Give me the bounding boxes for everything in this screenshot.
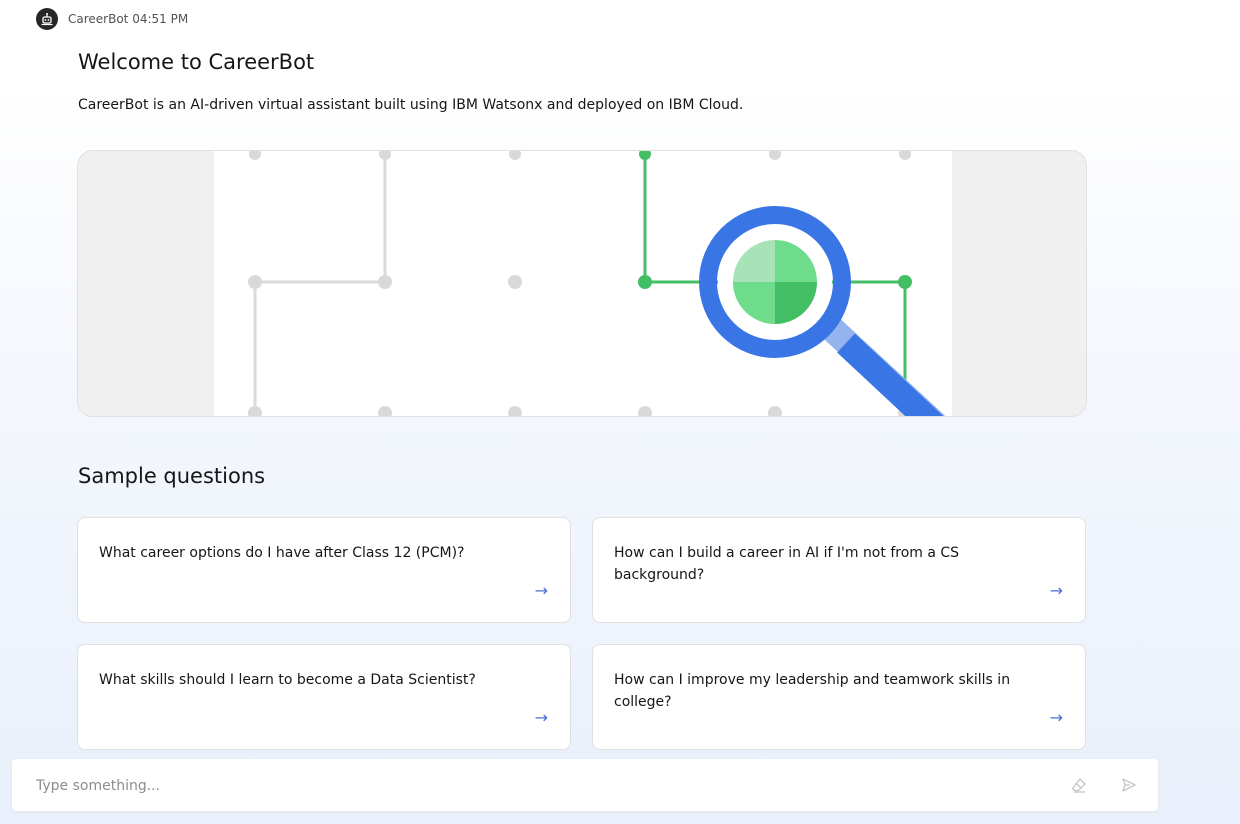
sample-question-text: What skills should I learn to become a D… bbox=[99, 672, 476, 688]
arrow-right-icon: → bbox=[534, 581, 548, 600]
welcome-description: CareerBot is an AI-driven virtual assist… bbox=[78, 97, 744, 113]
message-composer bbox=[12, 759, 1158, 811]
sample-question-card[interactable]: How can I build a career in AI if I'm no… bbox=[592, 517, 1086, 623]
sample-question-text: How can I improve my leadership and team… bbox=[614, 672, 1011, 710]
eraser-icon[interactable] bbox=[1070, 776, 1088, 794]
welcome-title: Welcome to CareerBot bbox=[78, 50, 315, 74]
arrow-right-icon: → bbox=[1049, 581, 1063, 600]
send-icon[interactable] bbox=[1120, 776, 1138, 794]
sample-question-card[interactable]: What career options do I have after Clas… bbox=[77, 517, 571, 623]
sample-questions-title: Sample questions bbox=[78, 464, 266, 488]
magnifying-glass-network-icon bbox=[78, 151, 1086, 416]
sample-question-card[interactable]: How can I improve my leadership and team… bbox=[592, 644, 1086, 750]
sample-question-text: How can I build a career in AI if I'm no… bbox=[614, 545, 960, 583]
bot-header: CareerBot 04:51 PM bbox=[36, 8, 188, 30]
arrow-right-icon: → bbox=[1049, 708, 1063, 727]
robot-icon bbox=[36, 8, 58, 30]
message-input[interactable] bbox=[34, 773, 1018, 799]
bot-name-timestamp: CareerBot 04:51 PM bbox=[68, 12, 189, 26]
sample-question-card[interactable]: What skills should I learn to become a D… bbox=[77, 644, 571, 750]
sample-question-text: What career options do I have after Clas… bbox=[99, 545, 465, 561]
arrow-right-icon: → bbox=[534, 708, 548, 727]
hero-banner bbox=[77, 150, 1087, 417]
